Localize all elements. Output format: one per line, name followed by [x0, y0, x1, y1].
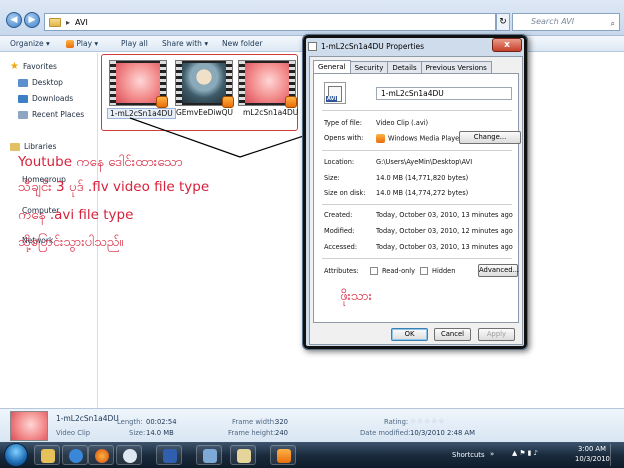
date-modified-label: Date modified: — [360, 429, 411, 437]
clock-date[interactable]: 10/3/2010 — [575, 455, 610, 463]
wmp-icon — [376, 134, 385, 143]
dialog-titlebar[interactable]: 1-mL2cSn1a4DU Properties — [308, 39, 522, 53]
file-icon — [308, 41, 317, 51]
avi-file-icon: AVI — [324, 82, 346, 104]
taskbar-ie-button[interactable] — [62, 445, 88, 465]
size-on-disk-value: 14.0 MB (14,774,272 bytes) — [376, 189, 469, 197]
opens-with-label: Opens with: — [324, 134, 364, 142]
created-value: Today, October 03, 2010, 13 minutes ago — [376, 211, 513, 219]
location-label: Location: — [324, 158, 355, 166]
shortcuts-toolbar[interactable]: Shortcuts — [452, 451, 485, 459]
internet-explorer-icon — [69, 449, 83, 463]
firefox-icon — [95, 449, 109, 463]
rating-label: Rating: — [384, 418, 409, 426]
size-on-disk-label: Size on disk: — [324, 189, 366, 197]
apply-button[interactable]: Apply — [478, 328, 515, 341]
type-value: Video Clip (.avi) — [376, 119, 429, 127]
location-value: G:\Users\AyeMin\Desktop\AVI — [376, 158, 473, 166]
created-label: Created: — [324, 211, 353, 219]
modified-value: Today, October 03, 2010, 12 minutes ago — [376, 227, 513, 235]
show-desktop-button[interactable] — [610, 444, 622, 466]
size-label: Size: — [324, 174, 340, 182]
annotation-line-3: ကနေ .avi file type — [18, 207, 134, 223]
word-icon — [163, 449, 177, 463]
annotation-signature: ဖိုးသား — [340, 289, 372, 304]
accessed-label: Accessed: — [324, 243, 358, 251]
taskbar: Shortcuts » ▲ ⚑ ▮ ♪ 3:00 AM 10/3/2010 — [0, 442, 624, 468]
frame-height-value: 240 — [275, 429, 288, 437]
taskbar-word-button[interactable] — [156, 445, 182, 465]
file-name-field[interactable]: 1-mL2cSn1a4DU — [376, 87, 512, 100]
dialog-title: 1-mL2cSn1a4DU Properties — [321, 41, 425, 51]
advanced-button[interactable]: Advanced... — [478, 264, 519, 277]
talk-icon — [123, 449, 137, 463]
annotation-line-1: Youtube ကနေ ဒေါင်းထားသော — [18, 154, 183, 170]
taskbar-app2-button[interactable] — [230, 445, 256, 465]
size-value: 14.0 MB (14,771,820 bytes) — [376, 174, 469, 182]
clock-time[interactable]: 3:00 AM — [578, 445, 606, 453]
details-pane: 1-mL2cSn1a4DU Video Clip Length: 00:02:5… — [0, 408, 624, 442]
frame-width-value: 320 — [275, 418, 288, 426]
attributes-label: Attributes: — [324, 267, 359, 275]
annotation-line-4: သို့ပြောင်းသွားပါသည်။ — [18, 235, 124, 250]
length-label: Length: — [117, 418, 143, 426]
tray-icons[interactable]: ▲ ⚑ ▮ ♪ — [512, 449, 538, 457]
chevron-right-icon[interactable]: » — [490, 450, 494, 458]
tab-general[interactable]: General — [313, 60, 351, 74]
frame-height-label: Frame height: — [228, 429, 276, 437]
type-label: Type of file: — [324, 119, 362, 127]
hidden-label: Hidden — [432, 267, 456, 275]
close-button[interactable]: x — [492, 38, 522, 52]
properties-dialog: 1-mL2cSn1a4DU Properties x General Secur… — [302, 34, 528, 350]
taskbar-wmp-button[interactable] — [270, 445, 296, 465]
cancel-button[interactable]: Cancel — [434, 328, 471, 341]
general-panel: AVI 1-mL2cSn1a4DU Type of file: Video Cl… — [313, 73, 521, 323]
notepad-icon — [237, 449, 251, 463]
opens-with-value: Windows Media Player — [376, 134, 462, 143]
ok-button[interactable]: OK — [391, 328, 428, 341]
taskbar-app-button[interactable] — [196, 445, 222, 465]
start-button[interactable] — [4, 443, 28, 467]
rating-stars[interactable]: ☆☆☆☆☆ — [410, 417, 445, 425]
details-thumbnail — [10, 411, 48, 441]
details-file-type: Video Clip — [56, 429, 91, 437]
size-value: 14.0 MB — [146, 429, 174, 437]
taskbar-gtalk-button[interactable] — [116, 445, 142, 465]
taskbar-firefox-button[interactable] — [88, 445, 114, 465]
taskbar-explorer-button[interactable] — [34, 445, 60, 465]
readonly-checkbox[interactable] — [370, 267, 378, 275]
details-file-name: 1-mL2cSn1a4DU — [56, 414, 119, 423]
accessed-value: Today, October 03, 2010, 13 minutes ago — [376, 243, 513, 251]
hidden-checkbox[interactable] — [420, 267, 428, 275]
date-modified-value: 10/3/2010 2:48 AM — [410, 429, 475, 437]
folder-icon — [41, 449, 55, 463]
size-label: Size: — [129, 429, 146, 437]
readonly-label: Read-only — [382, 267, 416, 275]
frame-width-label: Frame width: — [232, 418, 277, 426]
length-value: 00:02:54 — [146, 418, 177, 426]
app-icon — [203, 449, 217, 463]
change-button[interactable]: Change... — [459, 131, 521, 144]
modified-label: Modified: — [324, 227, 355, 235]
annotation-line-2: သီချင်း 3 ပုဒ် .flv video file type — [18, 179, 210, 195]
wmp-icon — [277, 449, 291, 463]
